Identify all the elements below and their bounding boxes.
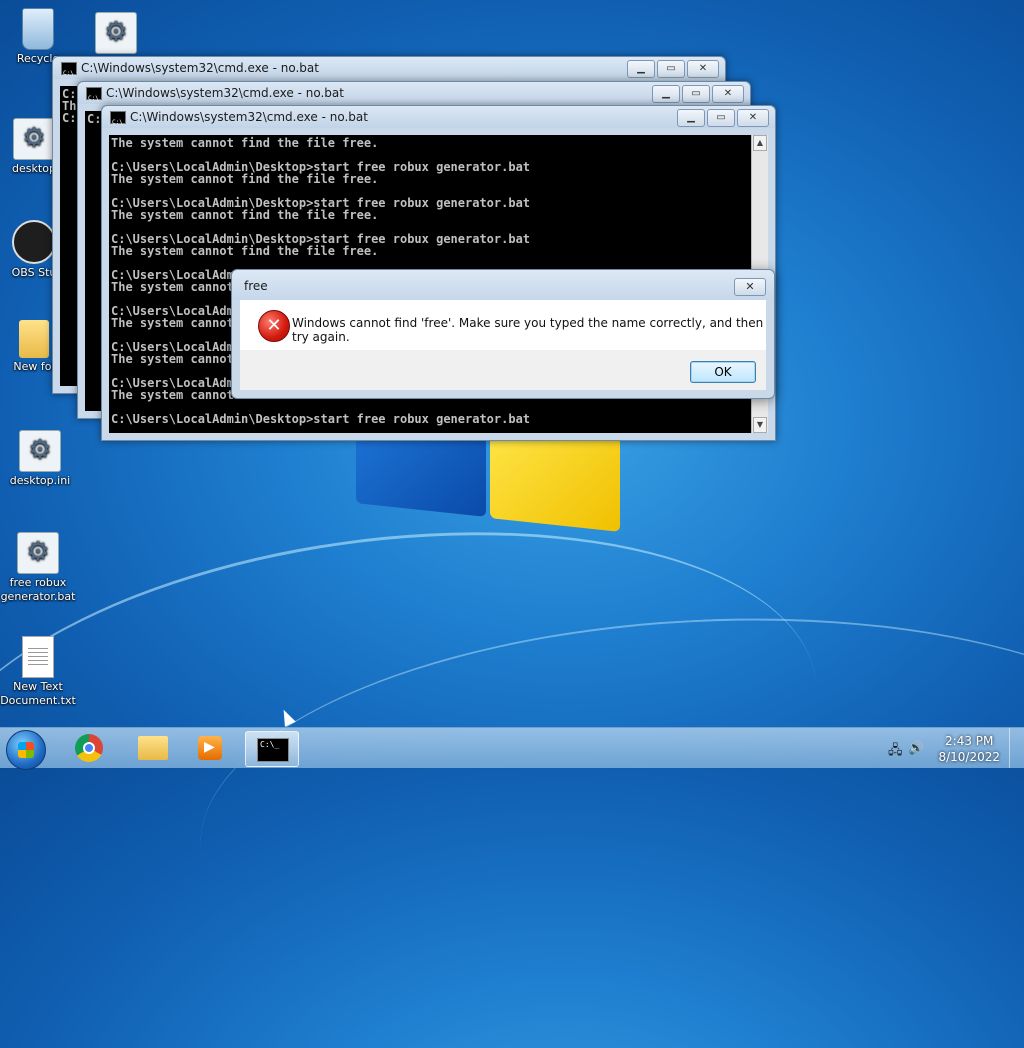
console-line: The system cannot find the file free. <box>111 136 379 150</box>
minimize-button[interactable]: ▁ <box>677 109 705 127</box>
console-line: The system cannot find the file free. <box>111 244 379 258</box>
maximize-button[interactable]: ▭ <box>707 109 735 127</box>
ok-button[interactable]: OK <box>690 361 756 383</box>
clock-time: 2:43 PM <box>945 734 994 748</box>
cmd-icon <box>110 111 126 134</box>
dialog-body: ✕ Windows cannot find 'free'. Make sure … <box>240 300 766 350</box>
desktop-icon-desktop-ini[interactable]: desktop.ini <box>2 430 78 488</box>
error-dialog[interactable]: free ✕ ✕ Windows cannot find 'free'. Mak… <box>231 269 775 399</box>
minimize-button[interactable]: ▁ <box>627 60 655 78</box>
volume-icon[interactable]: 🔊 <box>908 741 924 756</box>
cmd-window-title: C:\Windows\system32\cmd.exe - no.bat <box>106 86 344 100</box>
console-line: The system cannot find the file free. <box>111 208 379 222</box>
scroll-down-arrow-icon[interactable]: ▼ <box>753 417 767 433</box>
close-button[interactable]: ✕ <box>712 85 744 103</box>
close-button[interactable]: ✕ <box>687 60 719 78</box>
maximize-button[interactable]: ▭ <box>682 85 710 103</box>
taskbar-item-media-player[interactable] <box>184 731 236 765</box>
text-document-icon <box>22 636 54 678</box>
show-desktop-button[interactable] <box>1009 728 1024 768</box>
clock[interactable]: 2:43 PM 8/10/2022 <box>938 733 1000 765</box>
dialog-message: Windows cannot find 'free'. Make sure yo… <box>292 316 764 344</box>
taskbar-item-file-explorer[interactable] <box>126 731 178 765</box>
folder-icon <box>19 320 49 358</box>
dialog-title: free <box>244 279 268 293</box>
chrome-icon <box>75 734 103 762</box>
settings-gear-icon <box>13 118 55 160</box>
cmd-window-titlebar[interactable]: C:\Windows\system32\cmd.exe - no.bat ▁ ▭… <box>102 106 775 134</box>
taskbar: 🖧 🔊 2:43 PM 8/10/2022 <box>0 727 1024 770</box>
start-button[interactable] <box>6 730 46 770</box>
minimize-button[interactable]: ▁ <box>652 85 680 103</box>
cmd-window-titlebar[interactable]: C:\Windows\system32\cmd.exe - no.bat ▁ ▭… <box>78 82 750 110</box>
cmd-icon <box>61 62 77 85</box>
cmd-window-titlebar[interactable]: C:\Windows\system32\cmd.exe - no.bat ▁ ▭… <box>53 57 725 85</box>
console-line: The system cannot find the file free. <box>111 172 379 186</box>
close-button[interactable]: ✕ <box>737 109 769 127</box>
cmd-window-title: C:\Windows\system32\cmd.exe - no.bat <box>130 110 368 124</box>
maximize-button[interactable]: ▭ <box>657 60 685 78</box>
taskbar-item-chrome[interactable] <box>62 731 114 765</box>
cmd-icon <box>257 738 289 762</box>
cmd-window-title: C:\Windows\system32\cmd.exe - no.bat <box>81 61 319 75</box>
desktop-icon-new-text-document[interactable]: New Text Document.txt <box>0 636 76 708</box>
batch-file-icon <box>17 532 59 574</box>
error-icon: ✕ <box>258 310 290 342</box>
clock-date: 8/10/2022 <box>938 750 1000 764</box>
dialog-close-button[interactable]: ✕ <box>734 278 766 296</box>
cmd-icon <box>86 87 102 110</box>
desktop-icon-label: desktop.ini <box>9 474 71 487</box>
taskbar-item-command-prompt[interactable] <box>245 731 299 767</box>
dialog-footer: OK <box>240 350 766 390</box>
settings-gear-icon <box>19 430 61 472</box>
settings-gear-icon <box>95 12 137 54</box>
system-tray: 🖧 🔊 2:43 PM 8/10/2022 <box>874 728 1024 768</box>
desktop-icon-settings[interactable] <box>78 12 154 56</box>
media-player-icon <box>198 736 222 760</box>
network-icon[interactable]: 🖧 <box>888 741 903 763</box>
folder-icon <box>138 736 168 760</box>
scroll-up-arrow-icon[interactable]: ▲ <box>753 135 767 151</box>
dialog-titlebar[interactable]: free ✕ <box>232 270 774 300</box>
desktop-icon-label: New Text Document.txt <box>0 680 76 707</box>
desktop-icon-free-robux-generator[interactable]: free robux generator.bat <box>0 532 76 604</box>
recycle-bin-icon <box>22 8 54 50</box>
console-line: C:\Users\LocalAdmin\Desktop>start free r… <box>111 412 531 426</box>
obs-studio-icon <box>12 220 56 264</box>
desktop-icon-label: free robux generator.bat <box>0 576 76 603</box>
